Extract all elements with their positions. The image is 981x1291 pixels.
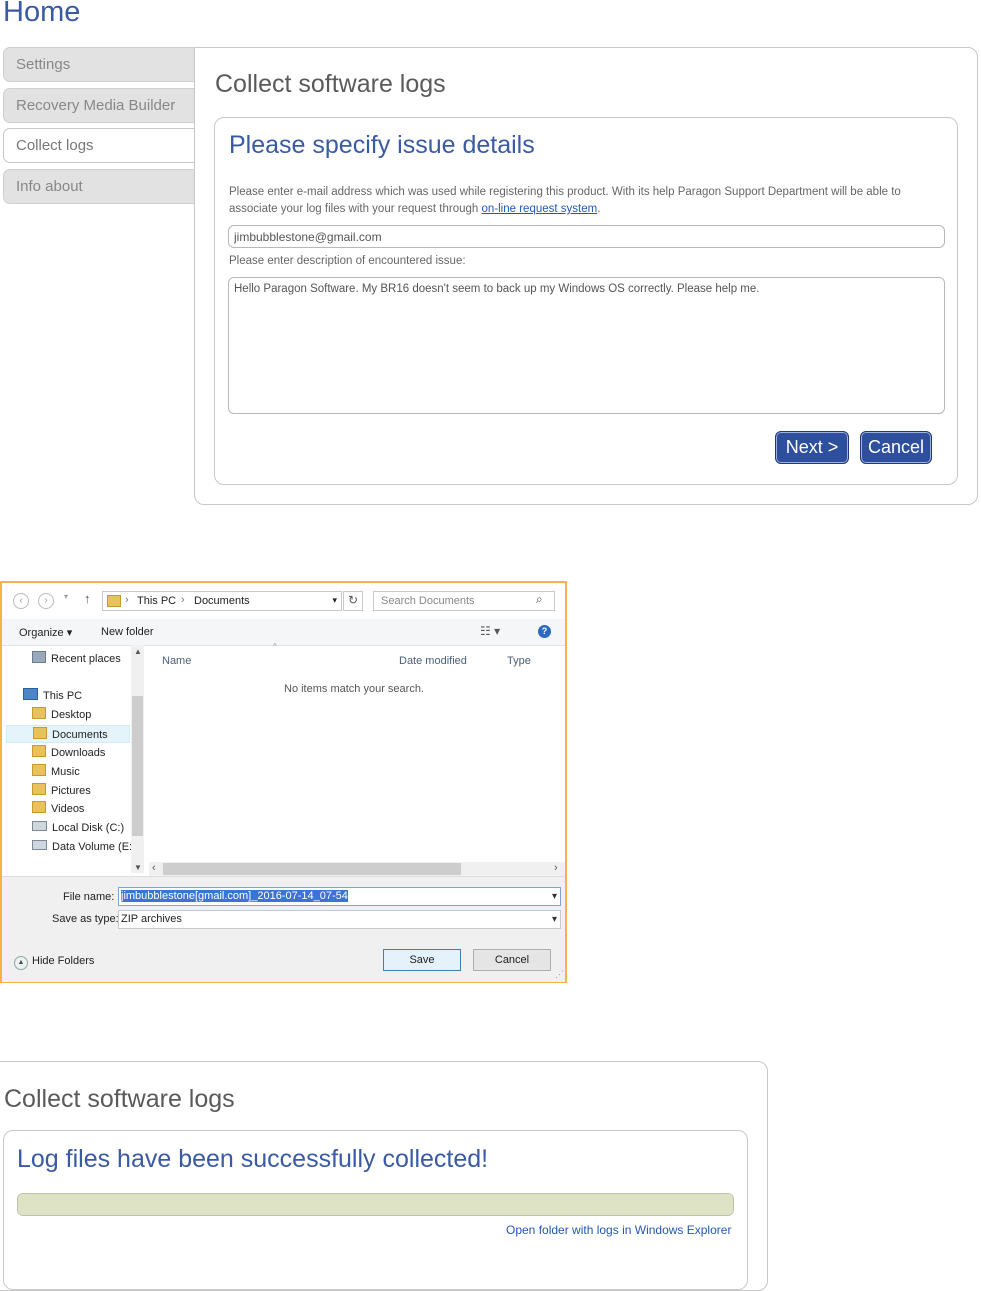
tree-item-label: Recent places xyxy=(51,653,121,665)
folder-icon xyxy=(33,727,47,739)
chevron-down-icon[interactable]: ▾ xyxy=(332,595,337,606)
resize-grip-icon[interactable]: ⋰ xyxy=(555,969,564,980)
save-as-type-value: ZIP archives xyxy=(121,913,182,925)
collapse-icon: ▲ xyxy=(14,956,28,970)
dialog-cancel-button[interactable]: Cancel xyxy=(473,949,551,971)
tree-item-label: Music xyxy=(51,766,80,778)
tree-item-label: Downloads xyxy=(51,747,106,759)
page-title: Home xyxy=(3,0,81,28)
issue-details-heading: Please specify issue details xyxy=(229,131,535,159)
save-button[interactable]: Save xyxy=(383,949,461,971)
progress-bar xyxy=(17,1193,734,1216)
issue-description-input[interactable] xyxy=(228,277,945,414)
tree-item-downloads[interactable]: Downloads xyxy=(32,744,105,762)
organize-menu[interactable]: Organize ▾ xyxy=(19,626,72,639)
scroll-right-icon[interactable]: › xyxy=(554,862,558,874)
navigation-pane: Recent places This PC Desktop Documents … xyxy=(2,645,145,873)
file-list-scrollbar-thumb[interactable] xyxy=(163,863,461,875)
description-end: . xyxy=(597,203,601,215)
folder-icon xyxy=(32,745,46,757)
sidebar-item-collect-logs[interactable]: Collect logs xyxy=(3,128,197,163)
drive-icon xyxy=(32,840,47,850)
tree-item-music[interactable]: Music xyxy=(32,763,80,781)
help-icon[interactable]: ? xyxy=(538,625,551,638)
folder-icon xyxy=(32,801,46,813)
tree-item-this-pc[interactable]: This PC xyxy=(23,687,82,705)
save-as-type-select[interactable]: ZIP archives ▾ xyxy=(118,910,561,929)
column-type[interactable]: Type xyxy=(507,655,531,667)
search-icon: ⌕ xyxy=(536,592,543,606)
folder-icon xyxy=(32,764,46,776)
chevron-right-icon: › xyxy=(125,594,129,606)
drive-icon xyxy=(32,821,47,831)
folder-icon xyxy=(32,707,46,719)
folder-icon xyxy=(32,783,46,795)
column-name[interactable]: Name xyxy=(162,655,191,667)
online-request-link[interactable]: on-line request system xyxy=(482,203,598,215)
hide-folders-label: Hide Folders xyxy=(32,955,95,967)
computer-icon xyxy=(23,688,38,700)
open-folder-link[interactable]: Open folder with logs in Windows Explore… xyxy=(506,1223,731,1237)
hide-folders-toggle[interactable]: ▲ Hide Folders xyxy=(14,955,94,970)
tree-item-label: Documents xyxy=(52,729,108,741)
column-date-modified[interactable]: Date modified xyxy=(399,655,467,667)
chevron-right-icon: › xyxy=(181,594,185,606)
issue-description-label: Please enter description of encountered … xyxy=(229,255,466,267)
nav-scrollbar-thumb[interactable] xyxy=(132,696,143,836)
tree-item-label: Videos xyxy=(51,803,85,815)
tree-item-recent-places[interactable]: Recent places xyxy=(32,650,121,668)
tree-item-label: Local Disk (C:) xyxy=(52,822,125,834)
cancel-button[interactable]: Cancel xyxy=(860,431,932,464)
file-name-value: jimbubblestone[gmail.com]_2016-07-14_07-… xyxy=(121,890,348,902)
next-button[interactable]: Next > xyxy=(775,431,849,464)
recent-places-icon xyxy=(32,651,46,663)
chevron-down-icon[interactable]: ▾ xyxy=(552,911,557,928)
progress-fill xyxy=(18,1194,733,1215)
scroll-left-icon[interactable]: ‹ xyxy=(152,862,156,874)
sidebar-item-settings[interactable]: Settings xyxy=(3,47,194,82)
result-panel-title: Collect software logs xyxy=(4,1085,235,1113)
tree-item-local-disk[interactable]: Local Disk (C:) xyxy=(32,819,124,837)
file-name-input[interactable]: jimbubblestone[gmail.com]_2016-07-14_07-… xyxy=(118,887,561,906)
back-icon[interactable]: ‹ xyxy=(13,593,29,609)
sidebar-item-recovery-media-builder[interactable]: Recovery Media Builder xyxy=(3,88,194,123)
panel-title: Collect software logs xyxy=(215,70,446,98)
tree-item-desktop[interactable]: Desktop xyxy=(32,706,91,724)
forward-icon[interactable]: › xyxy=(38,593,54,609)
tree-item-data-volume[interactable]: Data Volume (E:) xyxy=(32,838,136,856)
tree-item-pictures[interactable]: Pictures xyxy=(32,782,91,800)
view-options-icon[interactable]: ☷ ▾ xyxy=(480,624,500,638)
empty-message: No items match your search. xyxy=(284,683,424,695)
tree-item-label: Pictures xyxy=(51,785,91,797)
breadcrumb-this-pc[interactable]: This PC xyxy=(137,595,176,607)
tree-item-label: This PC xyxy=(43,690,83,702)
file-name-label: File name: xyxy=(63,891,115,903)
chevron-down-icon[interactable]: ▾ xyxy=(552,888,557,905)
issue-description-text: Please enter e-mail address which was us… xyxy=(229,184,944,218)
success-heading: Log files have been successfully collect… xyxy=(17,1145,489,1173)
new-folder-button[interactable]: New folder xyxy=(101,626,154,638)
address-bar[interactable]: › This PC › Documents ▾ xyxy=(102,591,342,611)
column-header: Name ^ Date modified Type xyxy=(149,642,559,670)
refresh-icon[interactable]: ↻ xyxy=(343,591,363,611)
breadcrumb-documents[interactable]: Documents xyxy=(194,595,250,607)
up-arrow-icon[interactable]: ↑ xyxy=(84,591,91,606)
sidebar-item-info-about[interactable]: Info about xyxy=(3,169,194,204)
sort-arrow-icon: ^ xyxy=(273,642,277,651)
tree-item-label: Data Volume (E:) xyxy=(52,841,136,853)
folder-icon xyxy=(107,595,121,607)
search-input[interactable]: Search Documents xyxy=(373,591,555,611)
recent-dropdown-icon[interactable]: ▾ xyxy=(64,592,68,601)
save-as-type-label: Save as type: xyxy=(52,913,119,925)
scroll-down-icon[interactable]: ▼ xyxy=(134,863,142,872)
email-input[interactable] xyxy=(228,225,945,248)
save-file-dialog: ‹ › ▾ ↑ › This PC › Documents ▾ ↻ Search… xyxy=(0,581,567,983)
tree-item-videos[interactable]: Videos xyxy=(32,800,84,818)
scroll-up-icon[interactable]: ▲ xyxy=(134,647,142,656)
tree-item-label: Desktop xyxy=(51,709,92,721)
tree-item-documents[interactable]: Documents xyxy=(6,725,130,743)
